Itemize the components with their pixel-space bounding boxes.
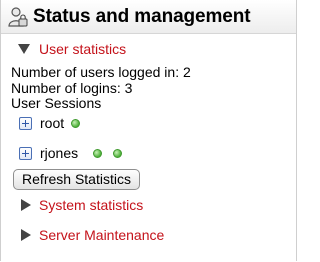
expand-plus-icon[interactable] xyxy=(19,146,32,160)
page-title: Status and management xyxy=(33,6,251,27)
user-sessions-heading: User Sessions xyxy=(11,95,102,111)
refresh-statistics-button[interactable]: Refresh Statistics xyxy=(13,169,140,190)
collapsed-triangle-icon xyxy=(21,229,31,241)
session-user-name: rjones xyxy=(40,145,79,161)
system-statistics-toggle[interactable]: System statistics xyxy=(21,197,143,213)
status-dot-icon xyxy=(71,118,81,128)
system-statistics-label[interactable]: System statistics xyxy=(39,197,143,213)
user-statistics-label[interactable]: User statistics xyxy=(39,41,126,57)
panel-header: Status and management xyxy=(1,0,296,34)
status-management-panel: Status and management User statistics Nu… xyxy=(0,0,297,261)
user-statistics-toggle[interactable]: User statistics xyxy=(18,41,126,57)
logins-count: Number of logins: 3 xyxy=(11,80,133,96)
server-maintenance-toggle[interactable]: Server Maintenance xyxy=(21,227,164,243)
server-maintenance-label[interactable]: Server Maintenance xyxy=(39,227,164,243)
status-dot-icon xyxy=(93,148,103,158)
users-lock-icon xyxy=(8,7,28,27)
session-row-root: root xyxy=(19,114,81,132)
status-dot-icon xyxy=(113,148,123,158)
expand-plus-icon[interactable] xyxy=(19,116,32,130)
collapsed-triangle-icon xyxy=(21,199,31,211)
session-row-rjones: rjones xyxy=(19,144,123,162)
users-logged-in-count: Number of users logged in: 2 xyxy=(11,64,191,80)
expanded-triangle-icon xyxy=(18,44,30,54)
session-user-name: root xyxy=(40,115,65,131)
